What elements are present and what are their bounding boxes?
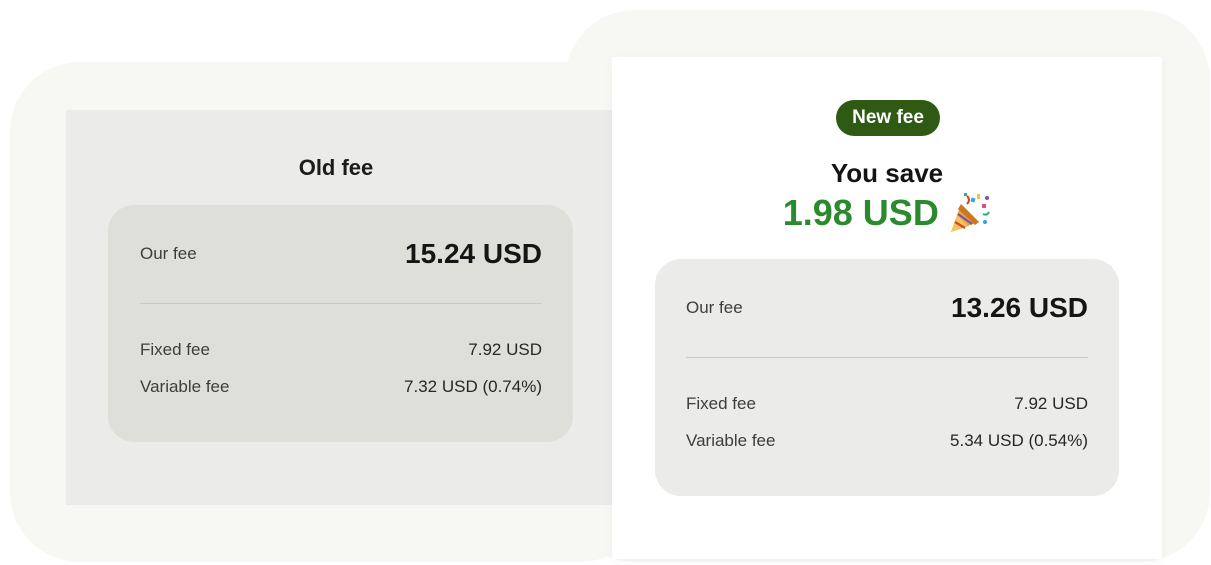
old-variable-fee-value: 7.32 USD (0.74%): [404, 377, 542, 396]
save-amount-row: 1.98 USD: [612, 192, 1162, 234]
old-our-fee-value: 15.24 USD: [405, 238, 542, 269]
new-variable-fee-row: Variable fee 5.34 USD (0.54%): [686, 431, 1088, 451]
new-fee-breakdown-panel: Our fee 13.26 USD Fixed fee 7.92 USD Var…: [655, 259, 1119, 496]
save-amount: 1.98 USD: [782, 192, 939, 233]
new-fee-badge: New fee: [836, 100, 940, 136]
new-variable-fee-value: 5.34 USD (0.54%): [950, 431, 1088, 450]
party-popper-icon: [947, 192, 991, 234]
old-our-fee-row: Our fee 15.24 USD: [140, 238, 542, 270]
new-our-fee-row: Our fee 13.26 USD: [686, 292, 1088, 324]
new-divider: [686, 357, 1088, 358]
old-our-fee-label: Our fee: [140, 244, 197, 263]
you-save-label: You save: [830, 158, 944, 188]
old-variable-fee-label: Variable fee: [140, 377, 230, 396]
new-fixed-fee-label: Fixed fee: [686, 394, 756, 413]
old-fixed-fee-row: Fixed fee 7.92 USD: [140, 340, 542, 360]
old-fee-breakdown-panel: Our fee 15.24 USD Fixed fee 7.92 USD Var…: [108, 205, 573, 442]
new-our-fee-label: Our fee: [686, 298, 743, 317]
old-divider: [140, 303, 542, 304]
fee-comparison: Old fee Our fee 15.24 USD Fixed fee 7.92…: [0, 0, 1211, 565]
new-fixed-fee-row: Fixed fee 7.92 USD: [686, 394, 1088, 414]
new-variable-fee-label: Variable fee: [686, 431, 776, 450]
new-our-fee-value: 13.26 USD: [951, 292, 1088, 323]
old-variable-fee-row: Variable fee 7.32 USD (0.74%): [140, 377, 542, 397]
new-fixed-fee-value: 7.92 USD: [1014, 394, 1088, 413]
old-fee-title: Old fee: [298, 155, 374, 180]
old-fixed-fee-value: 7.92 USD: [468, 340, 542, 359]
old-fixed-fee-label: Fixed fee: [140, 340, 210, 359]
